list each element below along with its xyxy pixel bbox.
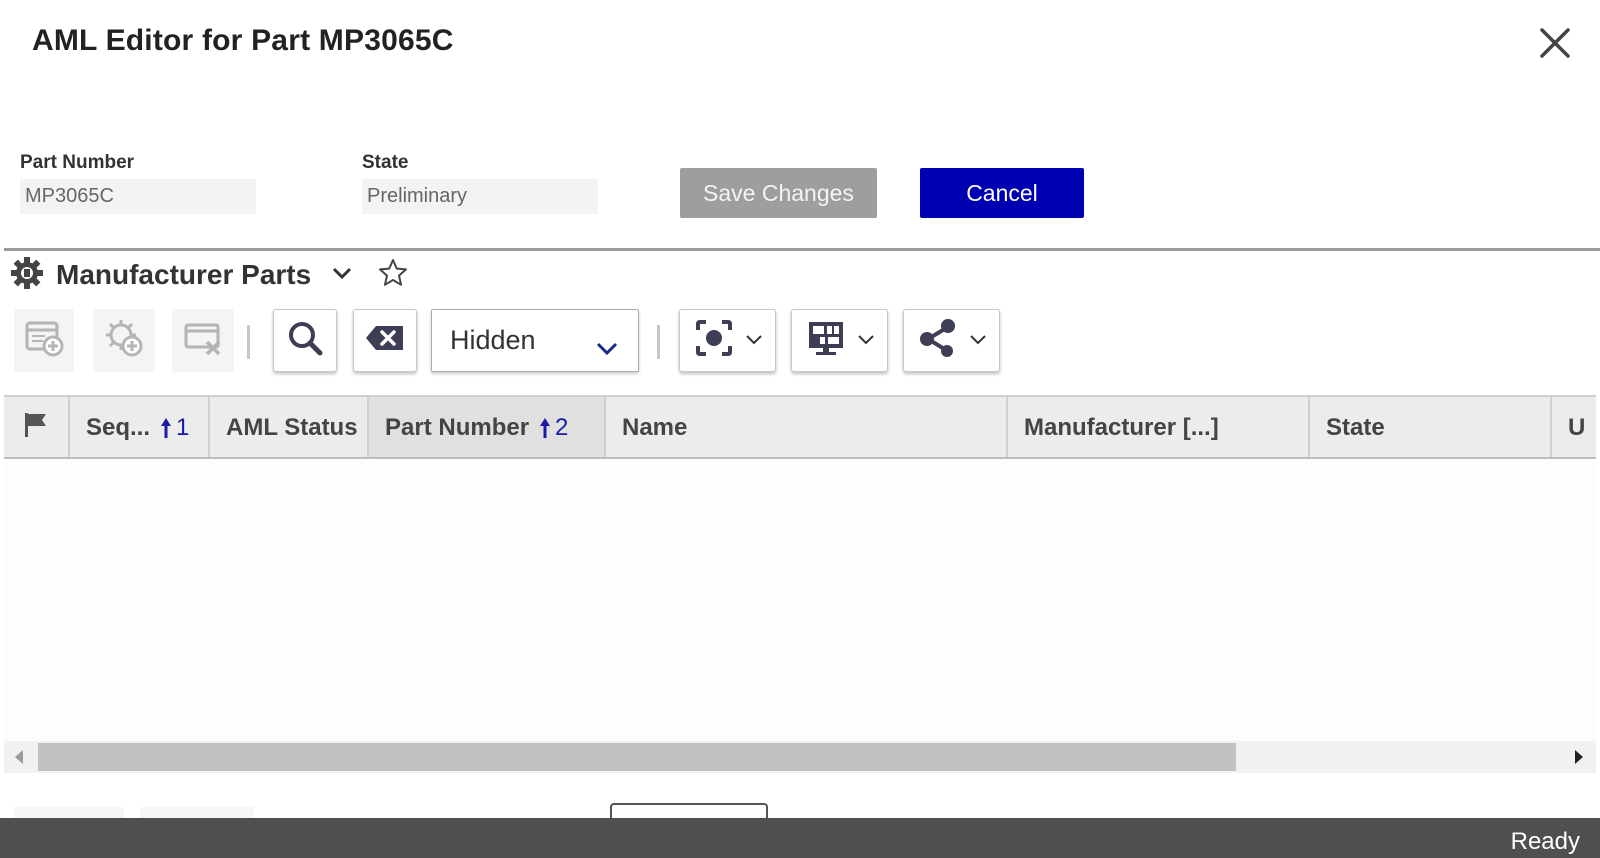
column-label: Seq... xyxy=(86,414,151,441)
horizontal-scrollbar[interactable] xyxy=(4,741,1596,773)
add-row-button[interactable] xyxy=(14,309,74,372)
backspace-icon xyxy=(364,324,406,357)
share-icon xyxy=(918,318,958,363)
scroll-right-icon[interactable] xyxy=(1574,749,1584,770)
column-manufacturer[interactable]: Manufacturer [...] xyxy=(1008,397,1310,457)
table-remove-icon xyxy=(182,317,224,364)
toolbar-separator xyxy=(247,325,250,359)
column-flag[interactable] xyxy=(4,397,70,457)
state-field: Preliminary xyxy=(362,179,598,214)
column-label: U xyxy=(1568,414,1586,441)
table-add-icon xyxy=(23,317,65,364)
panel-title: Manufacturer Parts xyxy=(56,259,312,290)
search-icon xyxy=(286,319,324,362)
scroll-left-icon[interactable] xyxy=(14,749,24,770)
sort-order: 1 xyxy=(176,414,190,441)
state-label: State xyxy=(362,152,409,173)
sort-indicator: 1 xyxy=(160,414,189,442)
scrollbar-thumb[interactable] xyxy=(38,743,1236,771)
add-part-button[interactable] xyxy=(93,309,155,372)
dialog-title: AML Editor for Part MP3065C xyxy=(32,24,454,57)
close-icon[interactable] xyxy=(1538,26,1572,60)
column-partial[interactable]: U xyxy=(1552,397,1596,457)
share-menu-button[interactable] xyxy=(903,309,1000,372)
grid-body xyxy=(4,459,1596,741)
chevron-down-icon xyxy=(969,332,986,350)
chevron-down-icon xyxy=(857,332,874,350)
status-text: Ready xyxy=(1510,828,1580,855)
star-icon[interactable] xyxy=(377,257,409,294)
part-number-label: Part Number xyxy=(20,152,135,173)
search-button[interactable] xyxy=(273,309,337,372)
save-changes-button[interactable]: Save Changes xyxy=(680,168,877,218)
focus-menu-button[interactable] xyxy=(679,309,776,372)
column-label: AML Status xyxy=(226,414,358,441)
part-number-field: MP3065C xyxy=(20,179,256,214)
chevron-down-icon xyxy=(596,332,618,363)
focus-icon xyxy=(694,318,734,363)
column-label: State xyxy=(1326,414,1385,441)
grid-header: Seq... 1 AML Status Part Number 2 Name M… xyxy=(4,395,1596,459)
toolbar: Hidden xyxy=(4,309,1600,375)
manufacturer-parts-panel: Manufacturer Parts Hidden Seq... 1 AML S… xyxy=(4,248,1600,821)
remove-row-button[interactable] xyxy=(172,309,234,372)
toolbar-separator xyxy=(657,325,660,359)
column-label: Name xyxy=(622,414,688,441)
column-part-number[interactable]: Part Number 2 xyxy=(369,397,606,457)
column-label: Manufacturer [...] xyxy=(1024,414,1219,441)
layout-menu-button[interactable] xyxy=(791,309,888,372)
column-label: Part Number xyxy=(385,414,530,441)
chevron-down-icon xyxy=(745,332,762,350)
panel-header: Manufacturer Parts xyxy=(10,256,409,295)
gear-add-icon xyxy=(103,317,145,364)
column-name[interactable]: Name xyxy=(606,397,1008,457)
sort-indicator: 2 xyxy=(539,414,568,442)
chevron-down-icon[interactable] xyxy=(331,266,353,285)
column-state[interactable]: State xyxy=(1310,397,1552,457)
sort-order: 2 xyxy=(555,414,569,441)
filter-select-value: Hidden xyxy=(450,325,536,355)
filter-select[interactable]: Hidden xyxy=(431,309,639,372)
column-aml-status[interactable]: AML Status xyxy=(210,397,369,457)
status-bar: Ready xyxy=(0,818,1600,858)
column-seq[interactable]: Seq... 1 xyxy=(70,397,210,457)
cancel-button[interactable]: Cancel xyxy=(920,168,1084,218)
clear-filter-button[interactable] xyxy=(353,309,417,372)
layout-icon xyxy=(806,318,846,363)
flag-icon xyxy=(22,411,50,446)
gear-icon xyxy=(10,256,44,295)
